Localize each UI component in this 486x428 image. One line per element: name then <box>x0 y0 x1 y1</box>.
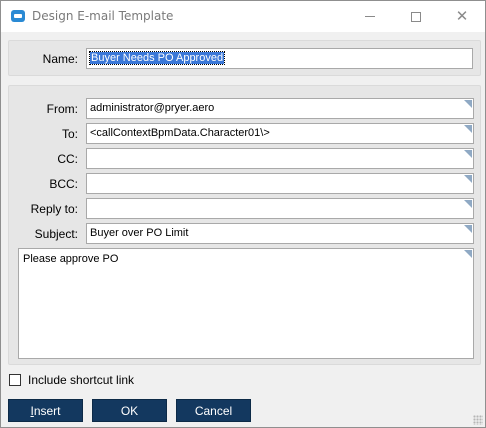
cc-field[interactable] <box>86 148 474 169</box>
resize-grip-icon[interactable] <box>473 415 483 425</box>
include-shortcut-link-label[interactable]: Include shortcut link <box>28 373 134 387</box>
from-value: administrator@pryer.aero <box>90 102 215 114</box>
to-field[interactable]: <callContextBpmData.Character01\> <box>86 123 474 144</box>
close-button[interactable]: ✕ <box>439 1 485 32</box>
subject-value: Buyer over PO Limit <box>90 227 189 239</box>
expand-corner-icon[interactable] <box>464 175 472 183</box>
app-icon <box>11 10 25 22</box>
ok-button[interactable]: OK <box>92 399 167 422</box>
from-label: From: <box>46 102 78 116</box>
email-body-text: Please approve PO <box>23 253 119 265</box>
bcc-field[interactable] <box>86 173 474 194</box>
maximize-icon <box>411 11 421 22</box>
cancel-label: Cancel <box>194 403 233 418</box>
insert-button[interactable]: Insert <box>8 399 83 422</box>
from-field[interactable]: administrator@pryer.aero <box>86 98 474 119</box>
to-label: To: <box>61 127 78 141</box>
expand-corner-icon[interactable] <box>464 100 472 108</box>
insert-label: nsert <box>33 403 61 418</box>
reply-to-field[interactable] <box>86 198 474 219</box>
bcc-label: BCC: <box>49 177 78 191</box>
reply-to-label: Reply to: <box>30 202 78 216</box>
minimize-button[interactable] <box>347 1 393 32</box>
expand-corner-icon[interactable] <box>464 125 472 133</box>
close-icon: ✕ <box>455 7 469 25</box>
name-label: Name: <box>42 52 78 66</box>
window-title: Design E-mail Template <box>32 9 174 23</box>
minimize-icon <box>365 16 375 17</box>
name-value: Buyer Needs PO Approved <box>88 51 226 65</box>
title-bar[interactable]: Design E-mail Template ✕ <box>1 1 485 32</box>
maximize-button[interactable] <box>393 1 439 32</box>
expand-corner-icon[interactable] <box>464 150 472 158</box>
subject-label: Subject: <box>34 227 78 241</box>
ok-label: OK <box>120 403 139 418</box>
expand-corner-icon[interactable] <box>464 250 472 258</box>
to-value: <callContextBpmData.Character01\> <box>90 127 270 139</box>
subject-field[interactable]: Buyer over PO Limit <box>86 223 474 244</box>
email-body-textarea[interactable]: Please approve PO <box>18 248 474 359</box>
expand-corner-icon[interactable] <box>464 200 472 208</box>
design-email-template-window: Design E-mail Template ✕ Name: Buyer Nee… <box>0 0 486 428</box>
expand-corner-icon[interactable] <box>464 225 472 233</box>
cc-label: CC: <box>57 152 78 166</box>
include-shortcut-link-checkbox[interactable] <box>9 374 21 386</box>
name-field[interactable]: Buyer Needs PO Approved <box>86 48 473 69</box>
cancel-button[interactable]: Cancel <box>176 399 251 422</box>
